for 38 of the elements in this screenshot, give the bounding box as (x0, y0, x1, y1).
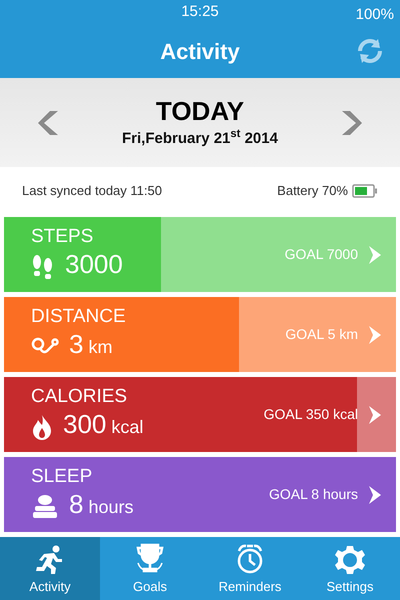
date-text: Fri,February 21$^{st}$ 2014 (122, 128, 278, 148)
metric-label: SLEEP (31, 465, 94, 489)
screen-title: Activity (160, 38, 240, 66)
chevron-right-icon (368, 326, 382, 344)
activity-card[interactable]: STEPS 3000 GOAL 7000 (4, 217, 396, 292)
sleeping-person-icon (31, 494, 59, 520)
alarm-clock-icon (235, 542, 265, 574)
last-synced-text: Last synced today 11:50 (22, 182, 162, 200)
flame-icon (31, 414, 53, 440)
previous-day-button[interactable] (38, 110, 60, 134)
tab-button[interactable]: Activity (0, 537, 100, 600)
metric-value: 3000 (65, 249, 123, 281)
goal-text: GOAL 7000 (284, 245, 358, 264)
chevron-right-icon (368, 246, 382, 264)
battery-percent: 100% (356, 5, 394, 25)
goal-text: GOAL 350 kcal (264, 405, 358, 424)
activity-card[interactable]: DISTANCE 3 km GOAL 5 km (4, 297, 396, 372)
battery-icon (352, 184, 378, 198)
metric-value: 300 kcal (63, 409, 144, 441)
battery-level-text: Battery 70% (277, 182, 348, 200)
chevron-right-icon (368, 486, 382, 504)
next-day-button[interactable] (340, 110, 362, 134)
metric-value: 3 km (69, 329, 112, 361)
metric-label: DISTANCE (31, 305, 126, 329)
goal-text: GOAL 5 km (285, 325, 358, 344)
goal-text: GOAL 8 hours (269, 485, 358, 504)
status-time: 15:25 (181, 2, 219, 22)
day-title: TODAY (156, 95, 244, 128)
chevron-right-icon (368, 406, 382, 424)
activity-card[interactable]: CALORIES 300 kcal GOAL 350 kcal (4, 377, 396, 452)
footprints-icon (31, 254, 55, 280)
metric-value: 8 hours (69, 489, 134, 521)
settings-icon (335, 544, 365, 574)
running-person-icon (35, 544, 65, 574)
activity-card[interactable]: SLEEP 8 hours GOAL 8 hours (4, 457, 396, 532)
trophy-icon (135, 542, 165, 574)
metric-label: CALORIES (31, 385, 128, 409)
metric-label: STEPS (31, 225, 94, 249)
